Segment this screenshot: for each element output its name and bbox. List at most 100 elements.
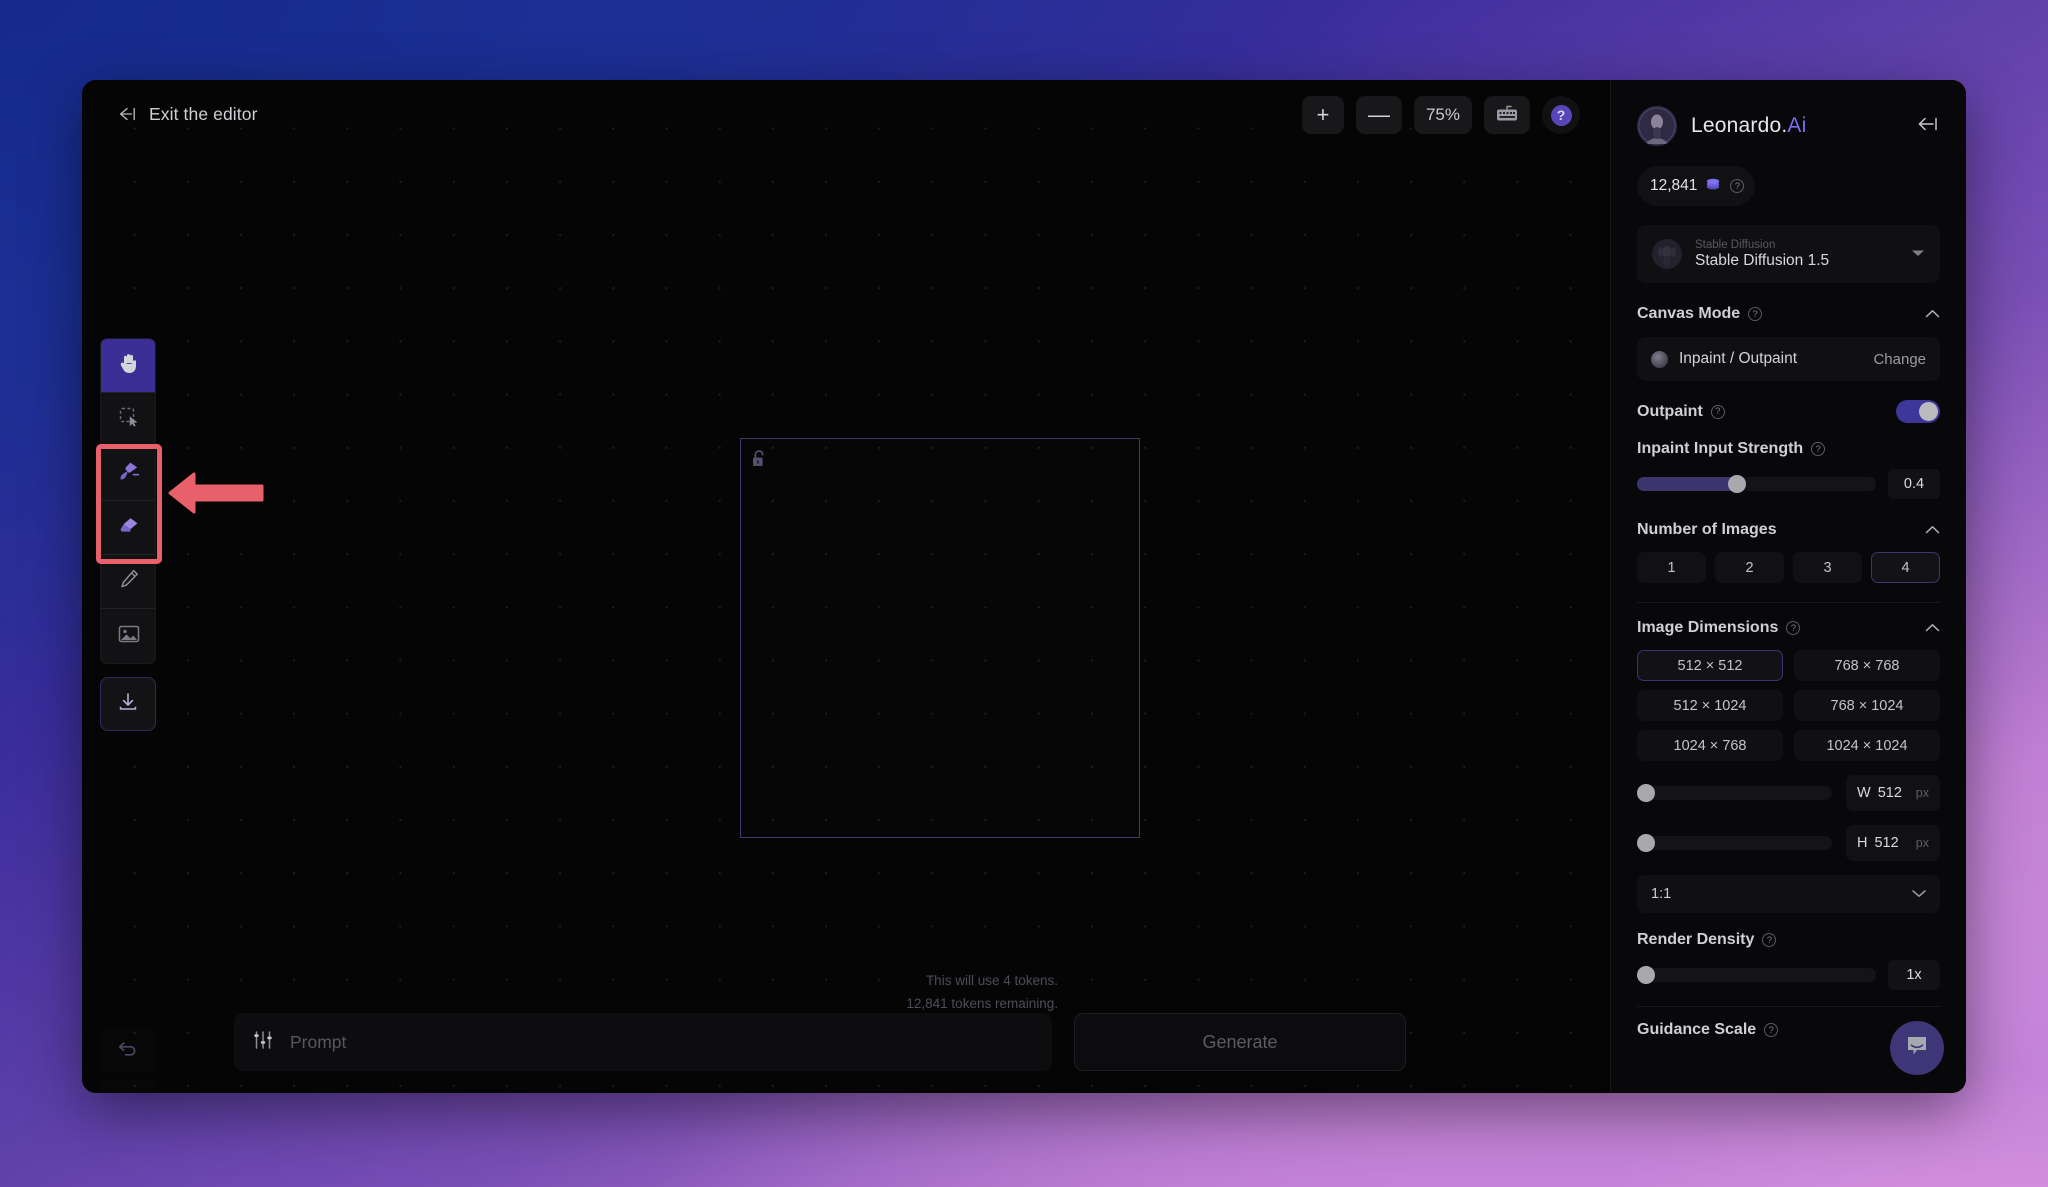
- prompt-input[interactable]: [290, 1032, 1034, 1053]
- render-density-slider[interactable]: [1637, 968, 1876, 982]
- sliders-icon[interactable]: [252, 1029, 274, 1056]
- keyboard-shortcuts-button[interactable]: [1484, 96, 1530, 134]
- inpaint-strength-value[interactable]: 0.4: [1888, 469, 1940, 499]
- height-value: 512: [1874, 835, 1898, 851]
- brand-label: Leonardo.: [1691, 114, 1787, 137]
- image-count-option-2[interactable]: 2: [1715, 552, 1784, 583]
- prompt-field-container[interactable]: [234, 1013, 1052, 1071]
- brand-row: Leonardo.Ai: [1637, 106, 1940, 146]
- page-title: Leonardo.Ai: [1691, 114, 1806, 138]
- question-mark-icon[interactable]: ?: [1786, 621, 1800, 635]
- avatar[interactable]: [1637, 106, 1677, 146]
- eraser-tool-button[interactable]: [101, 501, 156, 555]
- model-name: Stable Diffusion 1.5: [1695, 252, 1898, 271]
- width-axis-label: W: [1857, 785, 1871, 801]
- editor-top-bar: Exit the editor + — 75%: [82, 80, 1610, 148]
- inpaint-strength-slider[interactable]: [1637, 477, 1876, 491]
- undo-button[interactable]: [100, 1028, 156, 1072]
- number-of-images-title: Number of Images: [1637, 521, 1777, 539]
- dimension-preset-768x1024[interactable]: 768 × 1024: [1794, 690, 1940, 721]
- change-mode-button[interactable]: Change: [1873, 351, 1926, 368]
- paint-brush-icon: [117, 460, 141, 487]
- zoom-level-display[interactable]: 75%: [1414, 96, 1472, 134]
- dimension-preset-1024x1024[interactable]: 1024 × 1024: [1794, 730, 1940, 761]
- chevron-up-icon[interactable]: [1925, 619, 1940, 637]
- zoom-in-button[interactable]: +: [1302, 96, 1344, 134]
- question-mark-icon: ?: [1551, 105, 1572, 126]
- canvas-area[interactable]: Exit the editor + — 75%: [82, 80, 1610, 1093]
- question-mark-icon[interactable]: ?: [1811, 442, 1825, 456]
- inpaint-strength-label-row: Inpaint Input Strength ?: [1637, 440, 1940, 458]
- height-slider[interactable]: [1637, 836, 1832, 850]
- redo-arrow-icon: [116, 1089, 140, 1094]
- keyboard-icon: [1496, 104, 1518, 127]
- dimension-preset-1024x768[interactable]: 1024 × 768: [1637, 730, 1783, 761]
- canvas-selection-frame[interactable]: [740, 438, 1140, 838]
- divider: [1637, 602, 1940, 603]
- chat-support-button[interactable]: [1890, 1021, 1944, 1075]
- question-mark-icon[interactable]: ?: [1764, 1023, 1778, 1037]
- image-count-option-1[interactable]: 1: [1637, 552, 1706, 583]
- select-tool-button[interactable]: [101, 393, 156, 447]
- height-axis-label: H: [1857, 835, 1867, 851]
- image-tool-button[interactable]: [101, 609, 156, 663]
- eraser-icon: [117, 515, 141, 540]
- aspect-ratio-select[interactable]: 1:1: [1637, 875, 1940, 913]
- download-icon: [117, 691, 139, 718]
- slider-knob[interactable]: [1637, 966, 1655, 984]
- redo-button[interactable]: [100, 1079, 156, 1093]
- brush-tool-button[interactable]: [101, 447, 156, 501]
- width-slider[interactable]: [1637, 786, 1832, 800]
- canvas-mode-card[interactable]: Inpaint / Outpaint Change: [1637, 337, 1940, 381]
- image-count-option-4[interactable]: 4: [1871, 552, 1940, 583]
- slider-knob[interactable]: [1637, 784, 1655, 802]
- hand-tool-button[interactable]: [101, 339, 156, 393]
- slider-knob[interactable]: [1637, 834, 1655, 852]
- question-mark-icon[interactable]: ?: [1711, 405, 1725, 419]
- outpaint-toggle[interactable]: [1896, 400, 1940, 423]
- undo-arrow-icon: [116, 1038, 140, 1063]
- exit-editor-label: Exit the editor: [149, 104, 258, 125]
- width-field[interactable]: W 512 px: [1846, 775, 1940, 811]
- slider-fill: [1637, 477, 1737, 491]
- collapse-panel-icon[interactable]: [1916, 115, 1940, 138]
- image-icon: [117, 624, 141, 649]
- unlocked-padlock-icon[interactable]: [751, 449, 768, 474]
- brain-icon: [1651, 351, 1668, 368]
- dimension-preset-768x768[interactable]: 768 × 768: [1794, 650, 1940, 681]
- question-mark-icon[interactable]: ?: [1748, 307, 1762, 321]
- render-density-slider-row: 1x: [1637, 960, 1940, 990]
- exit-editor-button[interactable]: Exit the editor: [112, 98, 262, 131]
- download-button[interactable]: [100, 677, 156, 731]
- image-count-option-3[interactable]: 3: [1793, 552, 1862, 583]
- chevron-down-icon[interactable]: [1912, 886, 1926, 902]
- help-button[interactable]: ?: [1542, 96, 1580, 134]
- tool-group: [100, 338, 156, 664]
- dimension-preset-512x512[interactable]: 512 × 512: [1637, 650, 1783, 681]
- question-mark-icon[interactable]: ?: [1730, 179, 1744, 193]
- slider-knob[interactable]: [1728, 475, 1746, 493]
- dimension-preset-512x1024[interactable]: 512 × 1024: [1637, 690, 1783, 721]
- number-of-images-section-header[interactable]: Number of Images: [1637, 521, 1940, 539]
- generate-button[interactable]: Generate: [1074, 1013, 1406, 1071]
- token-balance-pill[interactable]: 12,841 ?: [1637, 166, 1755, 206]
- settings-sidebar: Leonardo.Ai 12,841 ?: [1610, 80, 1966, 1093]
- model-selector[interactable]: Stable Diffusion Stable Diffusion 1.5: [1637, 225, 1940, 283]
- pencil-icon: [118, 568, 140, 595]
- chevron-up-icon[interactable]: [1925, 305, 1940, 323]
- number-of-images-options: 1 2 3 4: [1637, 552, 1940, 583]
- zoom-out-button[interactable]: —: [1356, 96, 1402, 134]
- divider: [1637, 1006, 1940, 1007]
- width-unit: px: [1916, 786, 1929, 800]
- image-dimensions-section-header[interactable]: Image Dimensions ?: [1637, 619, 1940, 637]
- pencil-tool-button[interactable]: [101, 555, 156, 609]
- aspect-ratio-value: 1:1: [1651, 886, 1671, 902]
- chevron-down-icon[interactable]: [1911, 245, 1925, 263]
- render-density-value[interactable]: 1x: [1888, 960, 1940, 990]
- history-controls: [100, 1028, 156, 1093]
- chevron-up-icon[interactable]: [1925, 521, 1940, 539]
- canvas-mode-section-header[interactable]: Canvas Mode ?: [1637, 305, 1940, 323]
- prompt-bar: Generate: [234, 1013, 1584, 1071]
- height-field[interactable]: H 512 px: [1846, 825, 1940, 861]
- question-mark-icon[interactable]: ?: [1762, 933, 1776, 947]
